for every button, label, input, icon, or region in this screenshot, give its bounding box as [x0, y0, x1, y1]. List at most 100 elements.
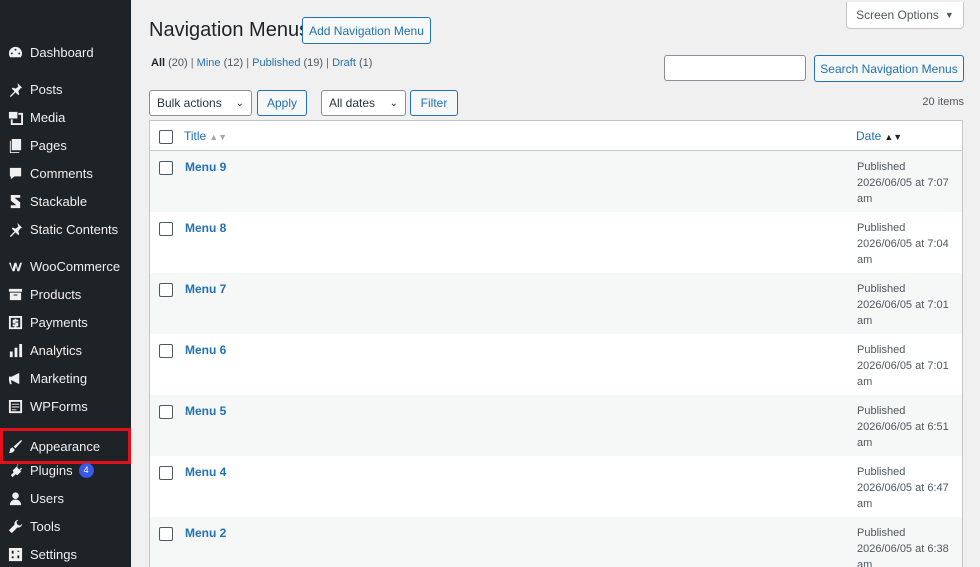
- row-date: Published 2026/06/05 at 7:01 am: [857, 344, 949, 388]
- pushpin-icon: [7, 81, 23, 97]
- sidebar-item-label: Plugins: [30, 462, 73, 478]
- sidebar-item-label: Stackable: [30, 193, 88, 209]
- table-row: Menu 9 Published 2026/06/05 at 7:07 am: [150, 151, 962, 212]
- sidebar-item-woocommerce[interactable]: WooCommerce: [0, 252, 131, 280]
- row-checkbox[interactable]: [159, 222, 173, 236]
- sidebar-item-label: Settings: [30, 546, 77, 562]
- caret-down-icon: ▼: [944, 10, 954, 20]
- update-count-badge: 4: [78, 462, 94, 478]
- menu-title-link[interactable]: Menu 5: [185, 404, 226, 418]
- sidebar-item-settings[interactable]: Settings: [0, 540, 131, 567]
- view-mine-link[interactable]: Mine (12): [197, 57, 243, 69]
- row-checkbox[interactable]: [159, 527, 173, 541]
- sidebar-item-comments[interactable]: Comments: [0, 159, 131, 187]
- items-count: 20 items: [922, 96, 964, 108]
- sidebar-item-wpforms[interactable]: WPForms: [0, 392, 131, 420]
- sidebar-item-pages[interactable]: Pages: [0, 131, 131, 159]
- sidebar-item-label: Appearance: [30, 438, 101, 454]
- sidebar-item-label: WooCommerce: [30, 258, 121, 274]
- sidebar-item-label: Media: [30, 109, 66, 125]
- pages-icon: [7, 137, 23, 153]
- menu-title-link[interactable]: Menu 2: [185, 526, 226, 540]
- table-row: Menu 8 Published 2026/06/05 at 7:04 am: [150, 212, 962, 273]
- user-icon: [7, 490, 23, 506]
- sort-descending-icon: ▲▼: [884, 132, 903, 142]
- main-content: Screen Options ▼ Navigation Menus Add Na…: [131, 0, 980, 567]
- search-input[interactable]: [664, 55, 806, 81]
- screen-options-label: Screen Options: [856, 8, 939, 22]
- bulk-actions-select[interactable]: Bulk actions ⌄: [149, 90, 252, 116]
- bulk-actions-value: Bulk actions: [157, 96, 222, 110]
- sidebar-item-label: Static Contents: [30, 221, 119, 237]
- sidebar-item-products[interactable]: Products: [0, 280, 131, 308]
- row-date: Published 2026/06/05 at 6:47 am: [857, 466, 949, 510]
- sidebar-item-plugins[interactable]: Plugins 4: [0, 456, 131, 484]
- apply-button[interactable]: Apply: [257, 90, 307, 116]
- row-checkbox[interactable]: [159, 466, 173, 480]
- sidebar-item-posts[interactable]: Posts: [0, 75, 131, 103]
- wrench-icon: [7, 518, 23, 534]
- sidebar-item-label: Posts: [30, 81, 63, 97]
- dashboard-icon: [7, 44, 23, 60]
- sidebar-item-label: Comments: [30, 165, 93, 181]
- row-date: Published 2026/06/05 at 6:51 am: [857, 405, 949, 449]
- row-checkbox[interactable]: [159, 344, 173, 358]
- table-header: Title ▲▼ Date ▲▼: [150, 121, 962, 151]
- menu-title-link[interactable]: Menu 7: [185, 282, 226, 296]
- sidebar-item-tools[interactable]: Tools: [0, 512, 131, 540]
- sidebar-item-analytics[interactable]: Analytics: [0, 336, 131, 364]
- column-title-header[interactable]: Title ▲▼: [184, 129, 227, 143]
- row-checkbox[interactable]: [159, 161, 173, 175]
- sidebar-item-media[interactable]: Media: [0, 103, 131, 131]
- view-filters: All (20) | Mine (12) | Published (19) | …: [151, 57, 373, 69]
- view-draft-link[interactable]: Draft (1): [332, 57, 372, 69]
- select-all-checkbox[interactable]: [159, 130, 173, 144]
- row-date: Published 2026/06/05 at 7:07 am: [857, 161, 949, 205]
- sidebar-item-stackable[interactable]: Stackable: [0, 187, 131, 215]
- sidebar-item-users[interactable]: Users: [0, 484, 131, 512]
- sidebar-item-label: Tools: [30, 518, 61, 534]
- add-navigation-menu-button[interactable]: Add Navigation Menu: [302, 17, 431, 44]
- dates-filter-select[interactable]: All dates ⌄: [321, 90, 406, 116]
- settings-icon: [7, 546, 23, 562]
- sidebar-item-label: Dashboard: [30, 44, 94, 60]
- view-all-link[interactable]: All (20): [151, 57, 188, 69]
- chevron-down-icon: ⌄: [389, 97, 398, 109]
- filter-button[interactable]: Filter: [410, 90, 458, 116]
- menu-title-link[interactable]: Menu 6: [185, 343, 226, 357]
- page-title: Navigation Menus: [149, 19, 310, 41]
- woocommerce-icon: [7, 258, 23, 274]
- sidebar-item-static-contents[interactable]: Static Contents: [0, 215, 131, 243]
- sidebar-item-marketing[interactable]: Marketing: [0, 364, 131, 392]
- row-date: Published 2026/06/05 at 7:01 am: [857, 283, 949, 327]
- column-date-header[interactable]: Date ▲▼: [856, 129, 902, 143]
- search-navigation-menus-button[interactable]: Search Navigation Menus: [814, 55, 964, 82]
- row-date: Published 2026/06/05 at 6:38 am: [857, 527, 949, 567]
- sidebar-item-label: Products: [30, 286, 82, 302]
- dates-filter-value: All dates: [329, 96, 376, 110]
- sidebar-item-label: Pages: [30, 137, 67, 153]
- row-checkbox[interactable]: [159, 405, 173, 419]
- table-row: Menu 2 Published 2026/06/05 at 6:38 am: [150, 517, 962, 567]
- paintbrush-icon: [7, 438, 23, 454]
- menu-title-link[interactable]: Menu 9: [185, 160, 226, 174]
- sidebar-item-label: Marketing: [30, 370, 88, 386]
- sidebar-item-label: Analytics: [30, 342, 83, 358]
- table-row: Menu 7 Published 2026/06/05 at 7:01 am: [150, 273, 962, 334]
- admin-sidebar: Dashboard Posts Media Pages Comments Sta…: [0, 0, 131, 567]
- row-date: Published 2026/06/05 at 7:04 am: [857, 222, 949, 266]
- table-row: Menu 5 Published 2026/06/05 at 6:51 am: [150, 395, 962, 456]
- bar-chart-icon: [7, 342, 23, 358]
- sidebar-item-dashboard[interactable]: Dashboard: [0, 38, 131, 66]
- pushpin-icon: [7, 221, 23, 237]
- stackable-icon: [7, 193, 23, 209]
- menu-title-link[interactable]: Menu 4: [185, 465, 226, 479]
- sort-icon: ▲▼: [209, 132, 228, 142]
- screen-options-button[interactable]: Screen Options ▼: [846, 2, 964, 29]
- menu-title-link[interactable]: Menu 8: [185, 221, 226, 235]
- row-checkbox[interactable]: [159, 283, 173, 297]
- view-published-link[interactable]: Published (19): [252, 57, 323, 69]
- sidebar-item-payments[interactable]: Payments: [0, 308, 131, 336]
- sidebar-item-label: WPForms: [30, 398, 88, 414]
- sidebar-item-label: Payments: [30, 314, 88, 330]
